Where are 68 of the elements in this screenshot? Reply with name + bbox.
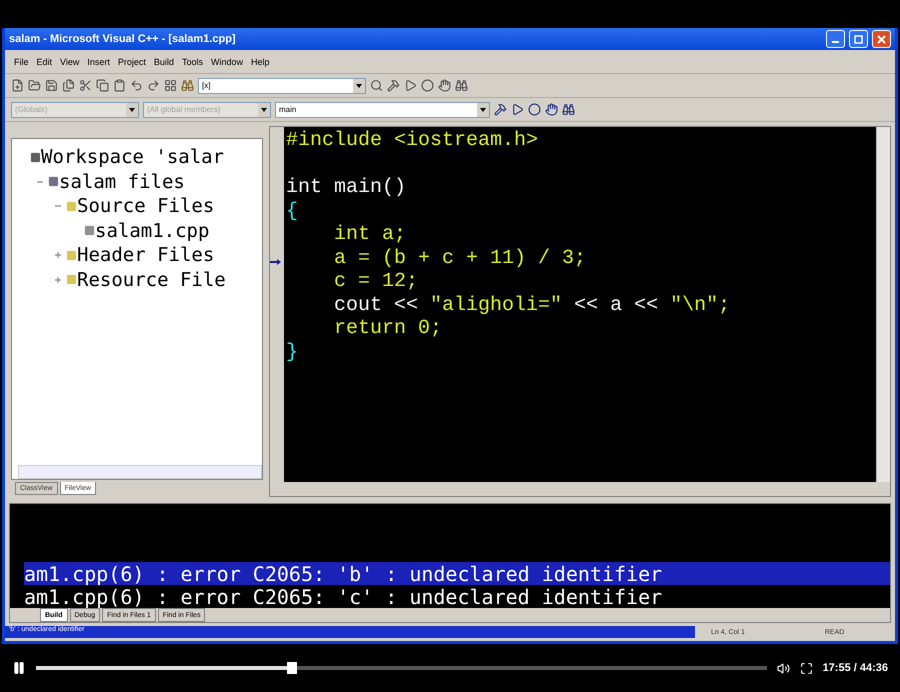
code-line: { — [286, 200, 298, 222]
code-line: a = (b + c + 11) / 3; — [333, 246, 586, 270]
hammer-icon[interactable] — [494, 103, 507, 116]
plus-icon[interactable] — [54, 251, 62, 260]
dropdown-caret-icon[interactable] — [353, 78, 365, 92]
pause-icon[interactable] — [12, 661, 26, 675]
tree-item[interactable]: Header Files — [77, 244, 214, 266]
window-title: salam - Microsoft Visual C++ - [salam1.cpp] — [9, 33, 237, 45]
save-icon[interactable] — [45, 79, 58, 92]
tree-item[interactable]: salam1.cpp — [95, 220, 210, 242]
function-combo[interactable]: main — [275, 102, 490, 118]
menu-item[interactable]: Project — [114, 56, 149, 66]
dropdown-caret-icon[interactable] — [258, 102, 270, 116]
cut-icon[interactable] — [79, 79, 92, 92]
undo-icon[interactable] — [130, 79, 143, 92]
progress-handle[interactable] — [286, 662, 297, 674]
menu-item[interactable]: Window — [208, 56, 246, 66]
new-file-icon[interactable] — [11, 79, 24, 92]
close-button[interactable] — [872, 30, 891, 48]
dropdown-caret-icon[interactable] — [477, 102, 489, 116]
code-line: #include <iostream.h> — [286, 129, 538, 152]
code-line: int a; — [333, 223, 406, 246]
play-icon[interactable] — [404, 79, 417, 92]
search-icon[interactable] — [370, 79, 383, 92]
maximize-button[interactable] — [849, 30, 868, 48]
tree-item[interactable]: Source Files — [77, 195, 214, 218]
menu-item[interactable]: Insert — [84, 56, 113, 66]
code-editor[interactable]: #include <iostream.h> int main() { int a; a = (b + c + 11) / 3; c = 12; cout << "aligholi=" << a << "\n"; return 0; } — [284, 127, 876, 482]
dropdown-caret-icon[interactable] — [126, 102, 138, 116]
code-line: } — [286, 340, 298, 364]
plus-icon[interactable] — [54, 276, 62, 284]
binoculars-icon[interactable] — [181, 79, 194, 92]
menu-item[interactable]: Edit — [34, 56, 56, 66]
menu-item[interactable]: Tools — [178, 56, 206, 66]
circle-icon[interactable] — [421, 79, 434, 92]
circle-icon[interactable] — [528, 103, 541, 116]
tree-item[interactable]: salam files — [59, 170, 185, 193]
code-line: return 0; — [333, 317, 442, 340]
hand-icon[interactable] — [545, 103, 558, 116]
minimize-button[interactable] — [826, 30, 845, 48]
fullscreen-icon[interactable] — [800, 662, 813, 674]
playback-time: 17:55 / 44:36 — [822, 662, 888, 674]
copy-icon[interactable] — [96, 79, 109, 92]
files-icon[interactable] — [62, 79, 75, 92]
binoculars-icon[interactable] — [562, 103, 575, 116]
tree-item[interactable]: Workspace 'salar — [41, 146, 224, 168]
play-icon[interactable] — [511, 103, 524, 116]
tree-item[interactable]: Resource File — [77, 268, 226, 291]
hand-icon[interactable] — [438, 79, 451, 92]
volume-icon[interactable] — [776, 662, 790, 674]
binoculars-icon[interactable] — [455, 79, 468, 92]
hammer-icon[interactable] — [387, 79, 400, 92]
close-icon — [877, 34, 886, 44]
menu-item[interactable]: View — [57, 56, 82, 66]
redo-icon[interactable] — [147, 79, 160, 92]
menu-item[interactable]: File — [11, 56, 32, 66]
grid-icon[interactable] — [164, 79, 177, 92]
menu-item[interactable]: Build — [150, 56, 177, 66]
scrollbar[interactable] — [18, 465, 262, 479]
find-combo[interactable]: [x] — [198, 78, 366, 94]
scrollbar[interactable] — [876, 127, 890, 482]
maximize-icon — [854, 34, 863, 44]
code-line: c = 12; — [333, 270, 418, 293]
menu-item[interactable]: Help — [248, 56, 272, 66]
code-line: cout << "aligholi=" << a << "\n"; — [333, 294, 730, 316]
code-line: int main() — [286, 176, 406, 199]
clipboard-icon[interactable] — [113, 79, 126, 92]
output-line[interactable]: am1.cpp(6) : error C2065: 'c' : undeclared identifier — [24, 585, 890, 608]
